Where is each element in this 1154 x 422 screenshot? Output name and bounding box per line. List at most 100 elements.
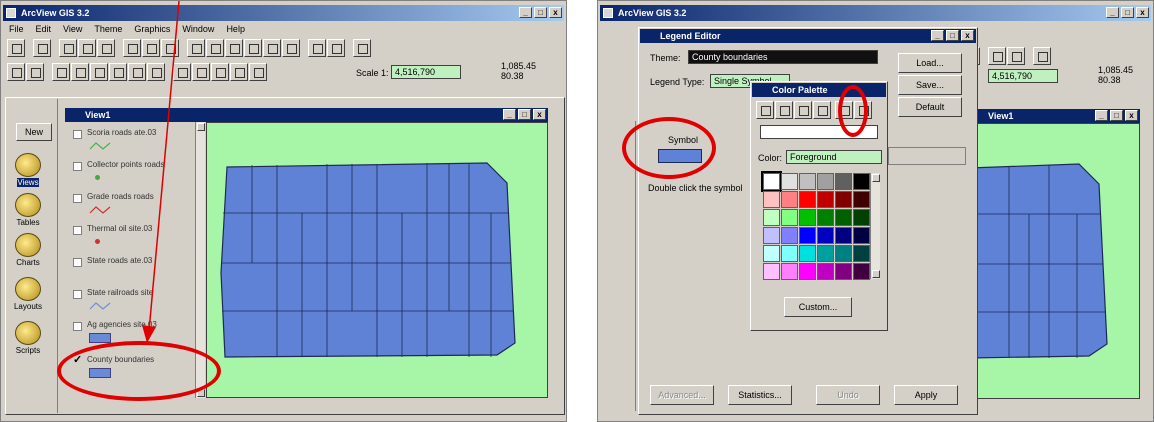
marker-palette-icon[interactable]: [794, 101, 812, 119]
color-target-dropdown[interactable]: Foreground: [786, 150, 882, 164]
zoom-previous-button[interactable]: [282, 39, 300, 57]
label-tool[interactable]: [211, 63, 229, 81]
color-swatch[interactable]: [817, 191, 834, 208]
close-icon[interactable]: x: [549, 7, 562, 18]
color-swatch[interactable]: [817, 209, 834, 226]
zoom-out-button[interactable]: [263, 39, 281, 57]
menu-help[interactable]: Help: [226, 22, 245, 36]
draw-tool[interactable]: [249, 63, 267, 81]
color-swatch[interactable]: [853, 263, 870, 280]
close-icon[interactable]: x: [1136, 7, 1149, 18]
color-swatch[interactable]: [781, 209, 798, 226]
identify-tool[interactable]: [7, 63, 25, 81]
color-swatch[interactable]: [853, 191, 870, 208]
select-features-button[interactable]: [308, 39, 326, 57]
default-button[interactable]: Default: [898, 97, 962, 117]
theme-visibility-checkbox[interactable]: [73, 162, 82, 171]
color-swatch[interactable]: [817, 263, 834, 280]
color-swatch[interactable]: [781, 191, 798, 208]
color-swatch[interactable]: [817, 173, 834, 190]
undo-button[interactable]: Undo: [816, 385, 880, 405]
theme-visibility-checkbox[interactable]: [73, 258, 82, 267]
color-swatch[interactable]: [835, 245, 852, 262]
map-display[interactable]: [206, 122, 548, 398]
open-table-button[interactable]: [97, 39, 115, 57]
map-display[interactable]: [968, 123, 1140, 399]
color-swatch[interactable]: [799, 227, 816, 244]
color-swatch[interactable]: [799, 245, 816, 262]
project-item-tables[interactable]: Tables: [10, 193, 46, 227]
color-swatch[interactable]: [781, 245, 798, 262]
color-swatch[interactable]: [799, 209, 816, 226]
maximize-icon[interactable]: □: [1110, 110, 1123, 121]
zoom-in-button[interactable]: [244, 39, 262, 57]
apply-button[interactable]: Apply: [894, 385, 958, 405]
color-swatch[interactable]: [853, 245, 870, 262]
help-button[interactable]: [1033, 47, 1051, 65]
theme-visibility-checkbox[interactable]: [73, 290, 82, 299]
add-theme-button[interactable]: [33, 39, 51, 57]
color-swatch[interactable]: [763, 245, 780, 262]
color-swatch[interactable]: [853, 173, 870, 190]
pointer-tool[interactable]: [26, 63, 44, 81]
font-palette-icon[interactable]: [813, 101, 831, 119]
color-swatch[interactable]: [817, 227, 834, 244]
save-project-button[interactable]: [7, 39, 25, 57]
minimize-icon[interactable]: _: [1095, 110, 1108, 121]
color-swatch[interactable]: [799, 263, 816, 280]
vertex-edit-tool[interactable]: [52, 63, 70, 81]
color-swatch-grid[interactable]: [761, 171, 870, 280]
minimize-icon[interactable]: _: [503, 109, 516, 120]
color-swatch[interactable]: [763, 191, 780, 208]
theme-dropdown[interactable]: County boundaries: [688, 50, 878, 64]
clear-selection-button[interactable]: [327, 39, 345, 57]
zoom-in-tool[interactable]: [90, 63, 108, 81]
theme-visibility-checkbox[interactable]: [73, 226, 82, 235]
menu-file[interactable]: File: [9, 22, 24, 36]
custom-button[interactable]: Custom...: [784, 297, 852, 317]
color-swatch[interactable]: [781, 173, 798, 190]
theme-visibility-checkbox[interactable]: [73, 194, 82, 203]
zoom-selected-button[interactable]: [225, 39, 243, 57]
minimize-icon[interactable]: _: [519, 7, 532, 18]
statistics-button[interactable]: Statistics...: [728, 385, 792, 405]
color-swatch[interactable]: [781, 227, 798, 244]
scroll-up-icon[interactable]: [872, 174, 880, 182]
area-of-interest-tool[interactable]: [192, 63, 210, 81]
menu-theme[interactable]: Theme: [94, 22, 122, 36]
maximize-icon[interactable]: □: [518, 109, 531, 120]
maximize-icon[interactable]: □: [946, 30, 959, 41]
theme-visibility-checkbox[interactable]: [73, 322, 82, 331]
color-swatch[interactable]: [853, 227, 870, 244]
color-swatch[interactable]: [835, 209, 852, 226]
close-icon[interactable]: x: [1125, 110, 1138, 121]
color-swatch[interactable]: [835, 227, 852, 244]
project-item-views[interactable]: Views: [10, 153, 46, 187]
color-swatch[interactable]: [799, 191, 816, 208]
scale-field[interactable]: 4,516,790: [988, 69, 1058, 83]
clear-selection-button[interactable]: [1007, 47, 1025, 65]
color-swatch[interactable]: [761, 171, 782, 192]
project-item-layouts[interactable]: Layouts: [10, 277, 46, 311]
color-swatch[interactable]: [835, 263, 852, 280]
scale-field[interactable]: 4,516,790: [391, 65, 461, 79]
label-field[interactable]: [888, 147, 966, 165]
project-item-scripts[interactable]: Scripts: [10, 321, 46, 355]
color-swatch[interactable]: [817, 245, 834, 262]
theme-properties-button[interactable]: [59, 39, 77, 57]
select-feature-tool[interactable]: [71, 63, 89, 81]
close-icon[interactable]: x: [533, 109, 546, 120]
select-features-button[interactable]: [988, 47, 1006, 65]
color-swatch[interactable]: [763, 227, 780, 244]
load-button[interactable]: Load...: [898, 53, 962, 73]
color-swatch[interactable]: [835, 191, 852, 208]
menu-edit[interactable]: Edit: [36, 22, 52, 36]
project-item-charts[interactable]: Charts: [10, 233, 46, 267]
new-button[interactable]: New: [16, 123, 52, 141]
advanced-button[interactable]: Advanced...: [650, 385, 714, 405]
pen-palette-icon[interactable]: [775, 101, 793, 119]
fill-palette-icon[interactable]: [756, 101, 774, 119]
color-swatch[interactable]: [853, 209, 870, 226]
zoom-active-button[interactable]: [206, 39, 224, 57]
color-swatch[interactable]: [835, 173, 852, 190]
